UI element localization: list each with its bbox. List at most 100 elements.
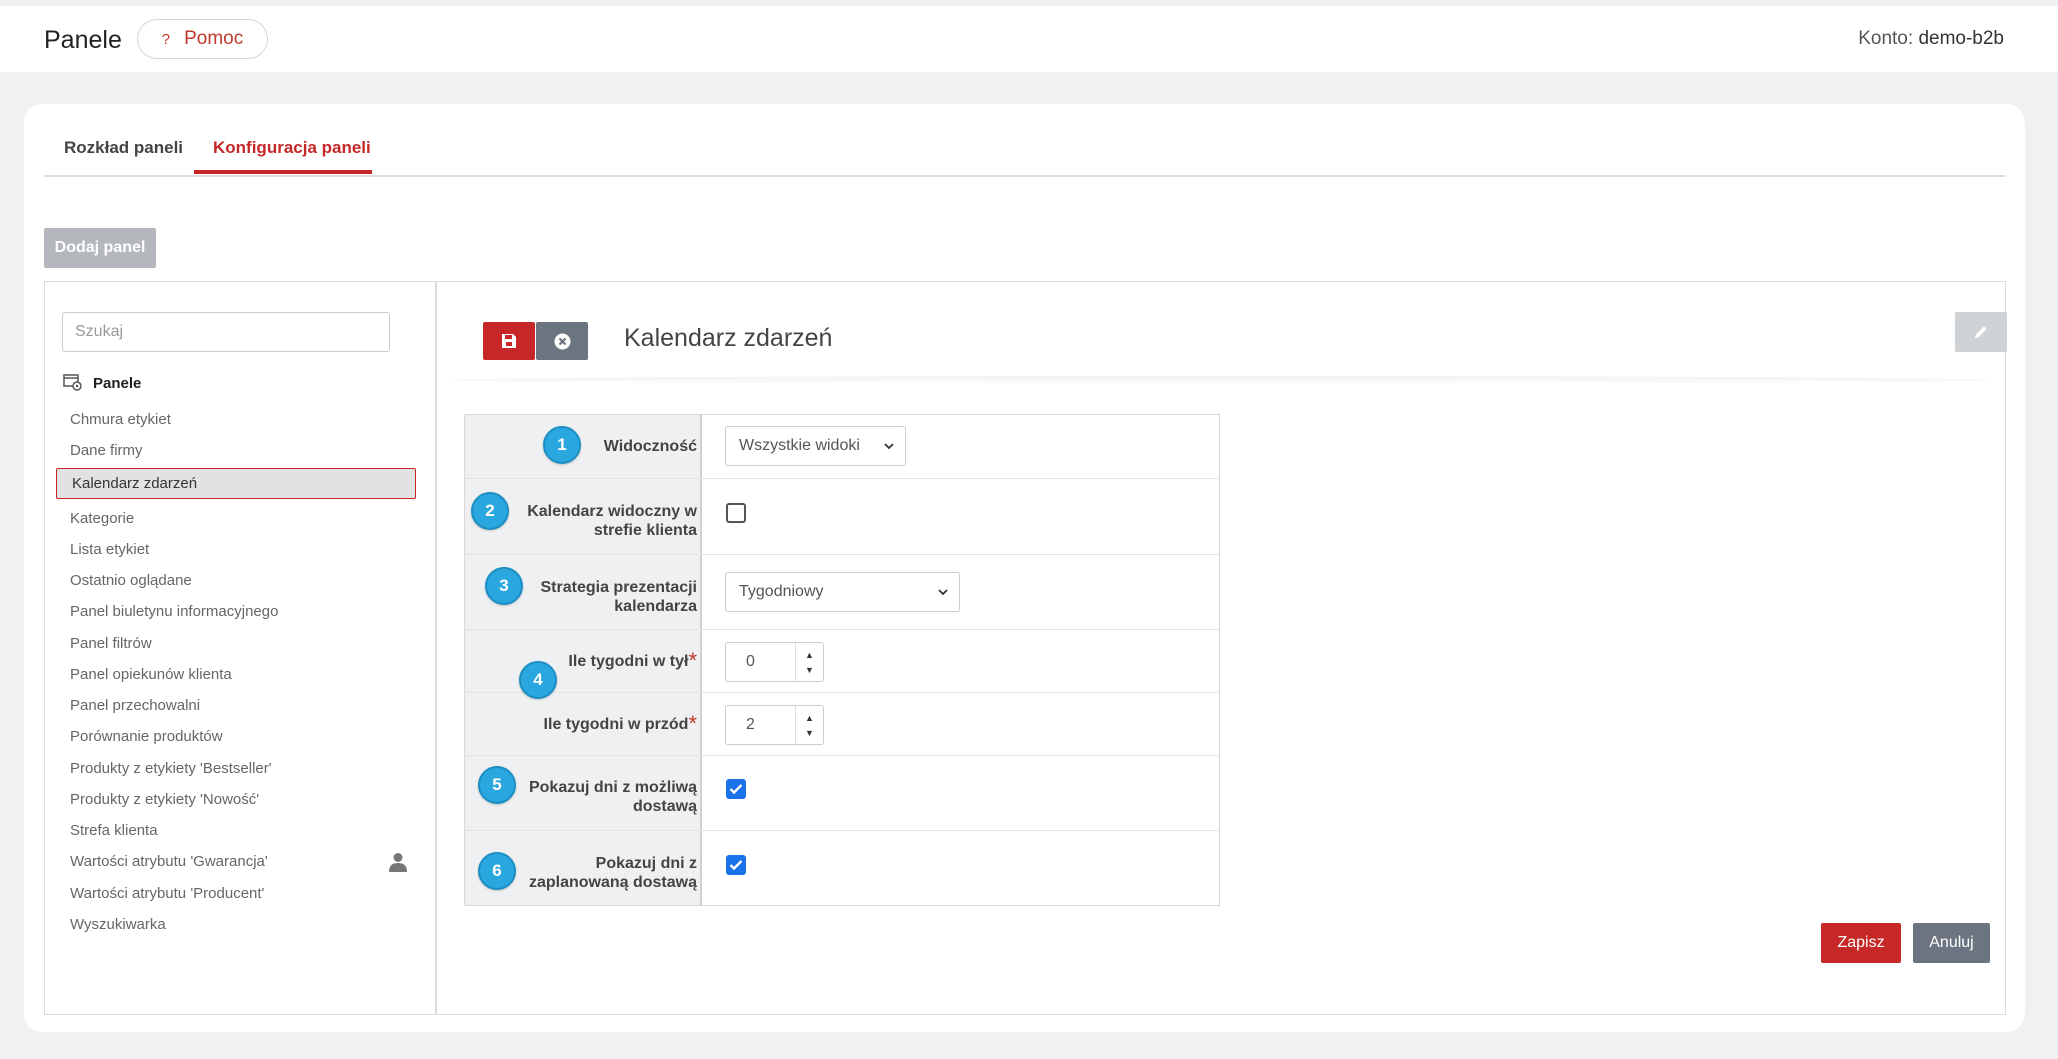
- help-button-label: Pomoc: [184, 28, 244, 49]
- question-icon: ?: [161, 30, 171, 48]
- step-badge: 1: [543, 426, 581, 464]
- account-name: demo-b2b: [1918, 28, 2004, 49]
- increment-arrow-icon[interactable]: ▲: [805, 713, 814, 723]
- calendar-visible-label-line2: strefie klienta: [593, 522, 697, 539]
- sidebar-item[interactable]: Panel przechowalni: [70, 697, 200, 714]
- checkmark-icon: [729, 860, 743, 871]
- strategy-label-line1: Strategia prezentacji: [540, 579, 698, 596]
- weeks-forward-value: 2: [746, 716, 755, 733]
- header-divider: [449, 376, 1989, 384]
- weeks-forward-label: Ile tygodni w przód*: [543, 711, 697, 736]
- sidebar-item-selected[interactable]: Kalendarz zdarzeń: [56, 468, 416, 499]
- tab-panel-configuration[interactable]: Konfiguracja paneli: [213, 138, 371, 158]
- cancel-icon-button[interactable]: [536, 322, 588, 360]
- floppy-disk-icon: [502, 334, 516, 348]
- required-marker: *: [688, 711, 697, 736]
- sidebar-item[interactable]: Panel opiekunów klienta: [70, 666, 232, 683]
- possible-delivery-label-line2: dostawą: [632, 798, 697, 815]
- sidebar-item[interactable]: Kategorie: [70, 510, 134, 527]
- save-button[interactable]: Zapisz: [1821, 923, 1901, 963]
- help-button[interactable]: ? Pomoc: [137, 19, 268, 59]
- tree-root-panels[interactable]: Panele: [63, 374, 141, 392]
- pencil-icon: [1975, 326, 1987, 338]
- main-card: Rozkład paneli Konfiguracja paneli Dodaj…: [24, 104, 2025, 1032]
- tab-bar: Rozkład paneli Konfiguracja paneli: [44, 104, 2005, 177]
- sidebar-item[interactable]: Panel filtrów: [70, 635, 152, 652]
- planned-delivery-label-line2: zaplanowaną dostawą: [528, 874, 697, 891]
- save-icon-button[interactable]: [483, 322, 535, 360]
- panel-editor: Panele Chmura etykiet Dane firmy Kalenda…: [44, 281, 2007, 1015]
- planned-delivery-checkbox[interactable]: [726, 855, 746, 875]
- account-label: Konto:: [1858, 28, 1914, 49]
- weeks-back-stepper[interactable]: 0 ▲ ▼: [725, 642, 824, 682]
- top-bar: Panele ? Pomoc Konto: demo-b2b: [0, 6, 2058, 72]
- stepper-arrows: ▲ ▼: [795, 706, 823, 744]
- row-divider: [465, 692, 1219, 693]
- account-info: Konto: demo-b2b: [1858, 28, 2004, 50]
- weeks-forward-stepper[interactable]: 2 ▲ ▼: [725, 705, 824, 745]
- row-divider: [465, 478, 1219, 479]
- chevron-down-icon: [884, 443, 894, 450]
- strategy-label-line2: kalendarza: [614, 598, 697, 615]
- panel-title: Kalendarz zdarzeń: [624, 324, 833, 352]
- weeks-back-value: 0: [746, 653, 755, 670]
- user-icon: [389, 853, 407, 872]
- step-badge: 4: [519, 661, 557, 699]
- visibility-select-value: Wszystkie widoki: [739, 437, 860, 454]
- calendar-visible-label: Kalendarz widoczny w strefie klienta: [527, 502, 697, 540]
- sidebar-item[interactable]: Lista etykiet: [70, 541, 149, 558]
- decrement-arrow-icon[interactable]: ▼: [805, 728, 814, 738]
- visibility-label: Widoczność: [603, 438, 697, 455]
- page-title: Panele: [44, 26, 122, 54]
- checkmark-icon: [729, 784, 743, 795]
- tab-panel-layout[interactable]: Rozkład paneli: [64, 138, 183, 158]
- row-divider: [465, 830, 1219, 831]
- strategy-label: Strategia prezentacji kalendarza: [541, 578, 698, 616]
- sidebar-item[interactable]: Produkty z etykiety 'Nowość': [70, 791, 259, 808]
- planned-delivery-label-line1: Pokazuj dni z: [595, 855, 697, 872]
- cancel-button[interactable]: Anuluj: [1913, 923, 1990, 963]
- sidebar-item[interactable]: Wyszukiwarka: [70, 916, 166, 933]
- weeks-forward-label-text: Ile tygodni w przód: [543, 716, 689, 733]
- calendar-visible-label-line1: Kalendarz widoczny w: [527, 503, 697, 520]
- add-panel-button[interactable]: Dodaj panel: [44, 228, 156, 268]
- sidebar-item[interactable]: Wartości atrybutu 'Producent': [70, 885, 264, 902]
- visibility-select[interactable]: Wszystkie widoki: [725, 426, 906, 466]
- search-input[interactable]: [62, 312, 390, 352]
- sidebar-item[interactable]: Wartości atrybutu 'Gwarancja': [70, 853, 268, 870]
- active-tab-indicator: [194, 170, 372, 174]
- chevron-down-icon: [938, 589, 948, 596]
- strategy-select-value: Tygodniowy: [739, 583, 824, 600]
- close-circle-icon: [554, 333, 570, 349]
- increment-arrow-icon[interactable]: ▲: [805, 650, 814, 660]
- step-badge: 2: [471, 492, 509, 530]
- sidebar-item[interactable]: Ostatnio oglądane: [70, 572, 192, 589]
- strategy-select[interactable]: Tygodniowy: [725, 572, 960, 612]
- sidebar-item[interactable]: Chmura etykiet: [70, 411, 171, 428]
- row-divider: [465, 629, 1219, 630]
- panel-settings-icon: [63, 374, 82, 391]
- tree-root-label: Panele: [93, 374, 142, 392]
- stepper-arrows: ▲ ▼: [795, 643, 823, 681]
- step-badge: 6: [478, 852, 516, 890]
- sidebar-item[interactable]: Dane firmy: [70, 442, 143, 459]
- possible-delivery-checkbox[interactable]: [726, 779, 746, 799]
- panel-sidebar: Panele Chmura etykiet Dane firmy Kalenda…: [45, 282, 437, 1014]
- weeks-back-label: Ile tygodni w tył*: [568, 648, 697, 673]
- edit-button[interactable]: [1955, 312, 2007, 352]
- required-marker: *: [688, 648, 697, 673]
- planned-delivery-label: Pokazuj dni z zaplanowaną dostawą: [529, 854, 697, 892]
- sidebar-item[interactable]: Strefa klienta: [70, 822, 158, 839]
- sidebar-item[interactable]: Produkty z etykiety 'Bestseller': [70, 760, 272, 777]
- decrement-arrow-icon[interactable]: ▼: [805, 665, 814, 675]
- row-divider: [465, 755, 1219, 756]
- panel-content: Kalendarz zdarzeń 1 Widoczność Wszystkie…: [439, 282, 2007, 1014]
- calendar-visible-checkbox[interactable]: [726, 503, 746, 523]
- possible-delivery-label: Pokazuj dni z możliwą dostawą: [529, 778, 697, 816]
- sidebar-item[interactable]: Panel biuletynu informacyjnego: [70, 603, 278, 620]
- sidebar-item[interactable]: Porównanie produktów: [70, 728, 223, 745]
- step-badge: 3: [485, 567, 523, 605]
- panel-config-form: 1 Widoczność Wszystkie widoki 2 Kalendar…: [464, 414, 1220, 906]
- step-badge: 5: [478, 766, 516, 804]
- weeks-back-label-text: Ile tygodni w tył: [568, 653, 689, 670]
